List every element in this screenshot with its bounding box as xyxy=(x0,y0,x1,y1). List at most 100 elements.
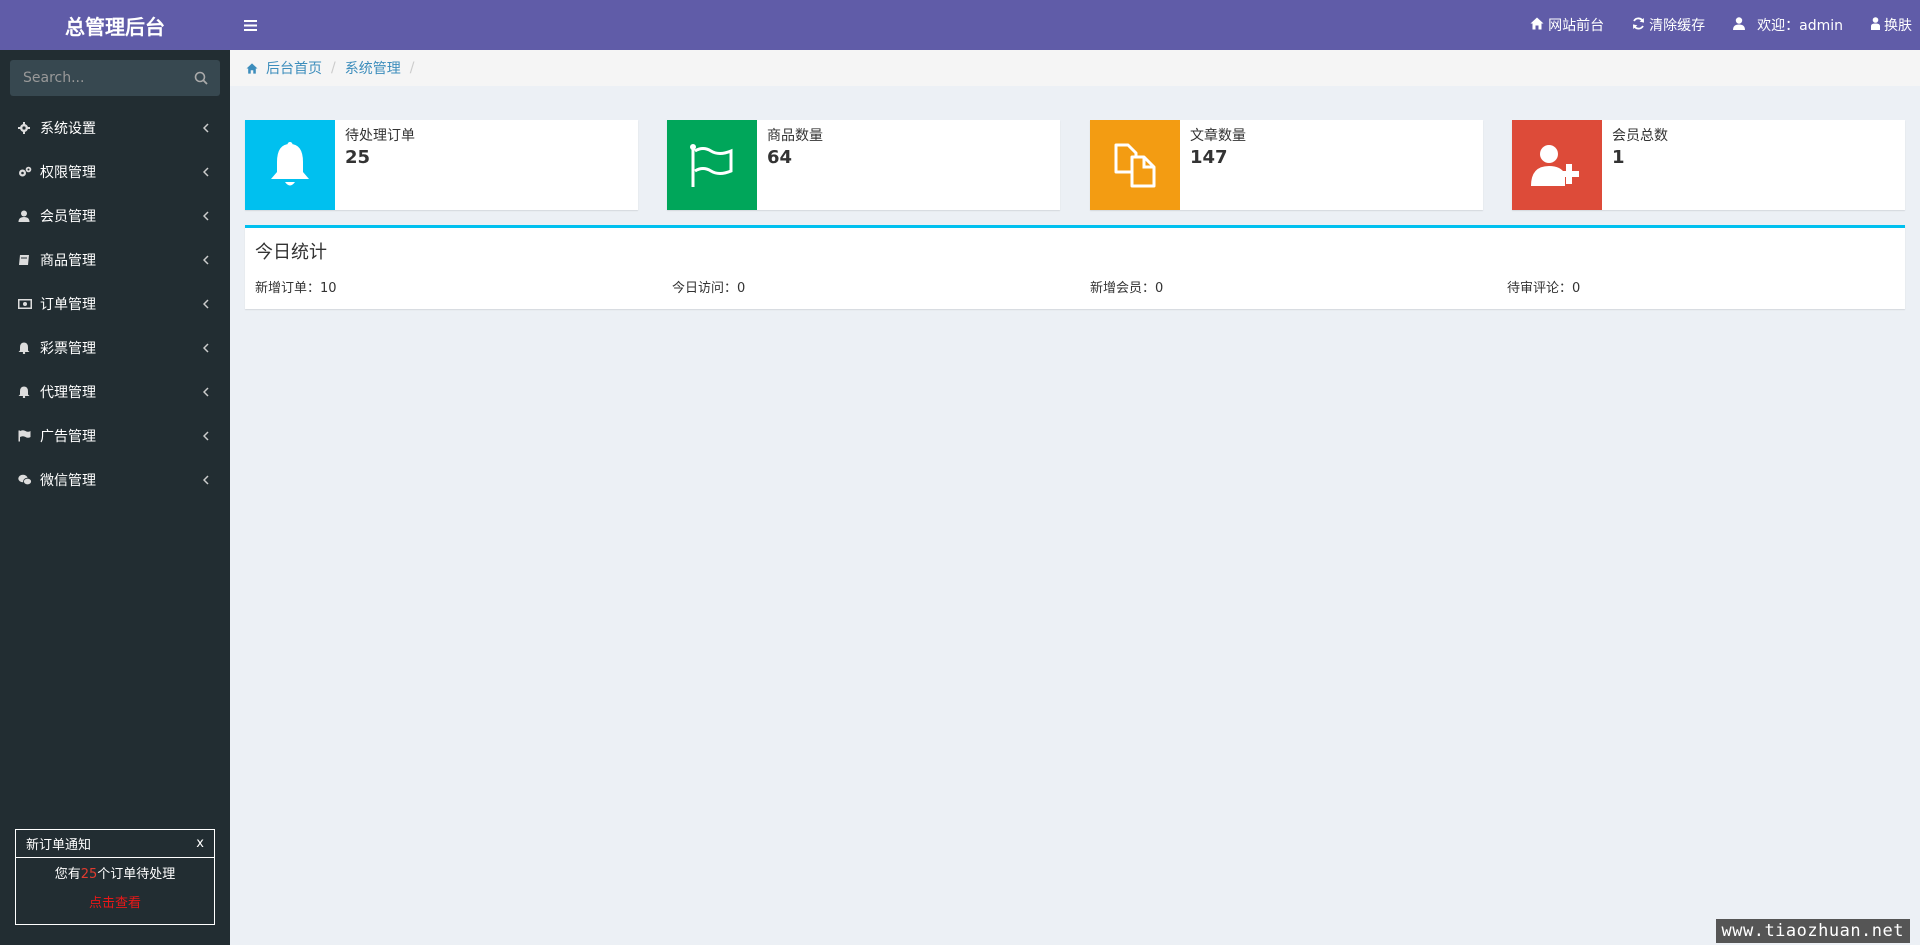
sidebar-item-agents[interactable]: 代理管理 xyxy=(0,370,230,414)
breadcrumb-separator: / xyxy=(331,60,336,76)
home-icon xyxy=(246,62,258,74)
stat-new-orders: 新增订单：10 xyxy=(255,281,337,296)
info-content: 待处理订单 25 xyxy=(335,120,425,210)
search-icon[interactable] xyxy=(192,69,210,87)
today-stats-title: 今日统计 xyxy=(255,242,327,263)
sidebar-item-label: 代理管理 xyxy=(40,385,96,401)
user-plus-icon xyxy=(1512,120,1602,210)
info-number: 64 xyxy=(767,147,793,168)
site-watermark: www.tiaozhuan.net xyxy=(1715,919,1910,943)
gears-icon xyxy=(18,165,38,179)
info-number: 25 xyxy=(345,147,371,168)
notice-close-button[interactable]: x xyxy=(196,836,204,851)
sidebar-item-label: 彩票管理 xyxy=(40,341,96,357)
breadcrumb-home[interactable]: 后台首页 xyxy=(246,58,322,78)
user-icon xyxy=(1733,16,1749,34)
hamburger-icon xyxy=(243,16,257,35)
clear-cache-label: 清除缓存 xyxy=(1649,18,1706,34)
notice-count: 25 xyxy=(80,867,98,882)
app-title: 总管理后台 xyxy=(65,14,165,39)
sidebar-item-permissions[interactable]: 权限管理 xyxy=(0,150,230,194)
sidebar-item-orders[interactable]: 订单管理 xyxy=(0,282,230,326)
sidebar-item-label: 微信管理 xyxy=(40,473,96,489)
user-icon xyxy=(18,209,38,223)
notice-view-link[interactable]: 点击查看 xyxy=(16,894,214,914)
clear-cache-link[interactable]: 清除缓存 xyxy=(1618,0,1719,50)
stat-pending-comments: 待审评论：0 xyxy=(1507,281,1581,296)
sidebar-menu: 系统设置 权限管理 会员管理 商品管理 订单管理 彩票管理 代理管理 广告管理 … xyxy=(0,106,230,502)
home-icon xyxy=(1530,17,1548,34)
user-tie-icon xyxy=(1871,16,1884,34)
top-navbar: 网站前台 清除缓存 欢迎：admin 换肤 xyxy=(230,0,1920,50)
bell-icon xyxy=(245,120,335,210)
chevron-left-icon xyxy=(200,387,212,397)
info-label: 商品数量 xyxy=(767,128,823,144)
breadcrumb-current[interactable]: 系统管理 xyxy=(345,58,401,78)
flag-icon xyxy=(667,120,757,210)
info-content: 文章数量 147 xyxy=(1180,120,1256,210)
notice-prefix: 您有 xyxy=(54,867,81,882)
info-content: 商品数量 64 xyxy=(757,120,833,210)
chevron-left-icon xyxy=(200,123,212,133)
sidebar-search xyxy=(10,60,220,96)
sidebar-item-label: 权限管理 xyxy=(40,165,96,181)
site-front-label: 网站前台 xyxy=(1548,18,1605,34)
chevron-left-icon xyxy=(200,167,212,177)
info-label: 文章数量 xyxy=(1190,128,1246,144)
sidebar-item-wechat[interactable]: 微信管理 xyxy=(0,458,230,502)
info-box-pending-orders[interactable]: 待处理订单 25 xyxy=(245,120,638,210)
sidebar-item-ads[interactable]: 广告管理 xyxy=(0,414,230,458)
site-front-link[interactable]: 网站前台 xyxy=(1516,0,1618,50)
sidebar-item-members[interactable]: 会员管理 xyxy=(0,194,230,238)
gear-icon xyxy=(18,121,38,135)
info-box-members[interactable]: 会员总数 1 xyxy=(1512,120,1905,210)
today-stats-row: 新增订单：10 今日访问：0 新增会员：0 待审评论：0 xyxy=(245,266,1905,306)
info-box-row: 待处理订单 25 商品数量 64 文章数量 147 会员总数 1 xyxy=(245,120,1905,210)
top-actions: 网站前台 清除缓存 欢迎：admin 换肤 xyxy=(1516,0,1920,50)
bell-icon xyxy=(18,341,38,355)
info-box-products[interactable]: 商品数量 64 xyxy=(667,120,1060,210)
refresh-icon xyxy=(1632,17,1649,34)
notice-suffix: 个订单待处理 xyxy=(97,867,176,882)
files-icon xyxy=(1090,120,1180,210)
chevron-left-icon xyxy=(200,299,212,309)
notice-header: 新订单通知 x xyxy=(16,830,214,858)
skin-label: 换肤 xyxy=(1884,18,1912,34)
user-menu[interactable]: 欢迎：admin xyxy=(1719,0,1857,50)
sidebar-item-products[interactable]: 商品管理 xyxy=(0,238,230,282)
app-logo[interactable]: 总管理后台 xyxy=(0,0,230,50)
chevron-left-icon xyxy=(200,343,212,353)
sidebar-item-lottery[interactable]: 彩票管理 xyxy=(0,326,230,370)
info-number: 1 xyxy=(1612,147,1625,168)
breadcrumb: 后台首页 / 系统管理 / xyxy=(230,50,1920,86)
flag-icon xyxy=(18,429,38,443)
info-label: 待处理订单 xyxy=(345,128,415,144)
notice-body: 您有25个订单待处理 点击查看 xyxy=(16,858,214,914)
sidebar: 总管理后台 系统设置 权限管理 会员管理 商品管理 订单 xyxy=(0,0,230,945)
wechat-icon xyxy=(18,473,38,487)
breadcrumb-home-label: 后台首页 xyxy=(266,61,322,77)
chevron-left-icon xyxy=(200,255,212,265)
info-box-articles[interactable]: 文章数量 147 xyxy=(1090,120,1483,210)
book-icon xyxy=(18,253,38,267)
search-input[interactable] xyxy=(10,60,220,96)
sidebar-toggle-button[interactable] xyxy=(230,0,270,50)
stat-today-visits: 今日访问：0 xyxy=(672,281,746,296)
money-icon xyxy=(18,297,38,311)
bell-icon xyxy=(18,385,38,399)
sidebar-item-system-settings[interactable]: 系统设置 xyxy=(0,106,230,150)
sidebar-item-label: 订单管理 xyxy=(40,297,96,313)
today-stats-panel: 今日统计 新增订单：10 今日访问：0 新增会员：0 待审评论：0 xyxy=(245,225,1905,309)
sidebar-item-label: 商品管理 xyxy=(40,253,96,269)
sidebar-item-label: 系统设置 xyxy=(40,121,96,137)
chevron-left-icon xyxy=(200,211,212,221)
breadcrumb-separator: / xyxy=(409,60,415,76)
welcome-label: 欢迎：admin xyxy=(1757,18,1843,34)
chevron-left-icon xyxy=(200,431,212,441)
info-number: 147 xyxy=(1190,147,1228,168)
chevron-left-icon xyxy=(200,475,212,485)
sidebar-item-label: 广告管理 xyxy=(40,429,96,445)
skin-switch-link[interactable]: 换肤 xyxy=(1857,0,1920,50)
info-content: 会员总数 1 xyxy=(1602,120,1678,210)
stat-new-members: 新增会员：0 xyxy=(1090,281,1164,296)
